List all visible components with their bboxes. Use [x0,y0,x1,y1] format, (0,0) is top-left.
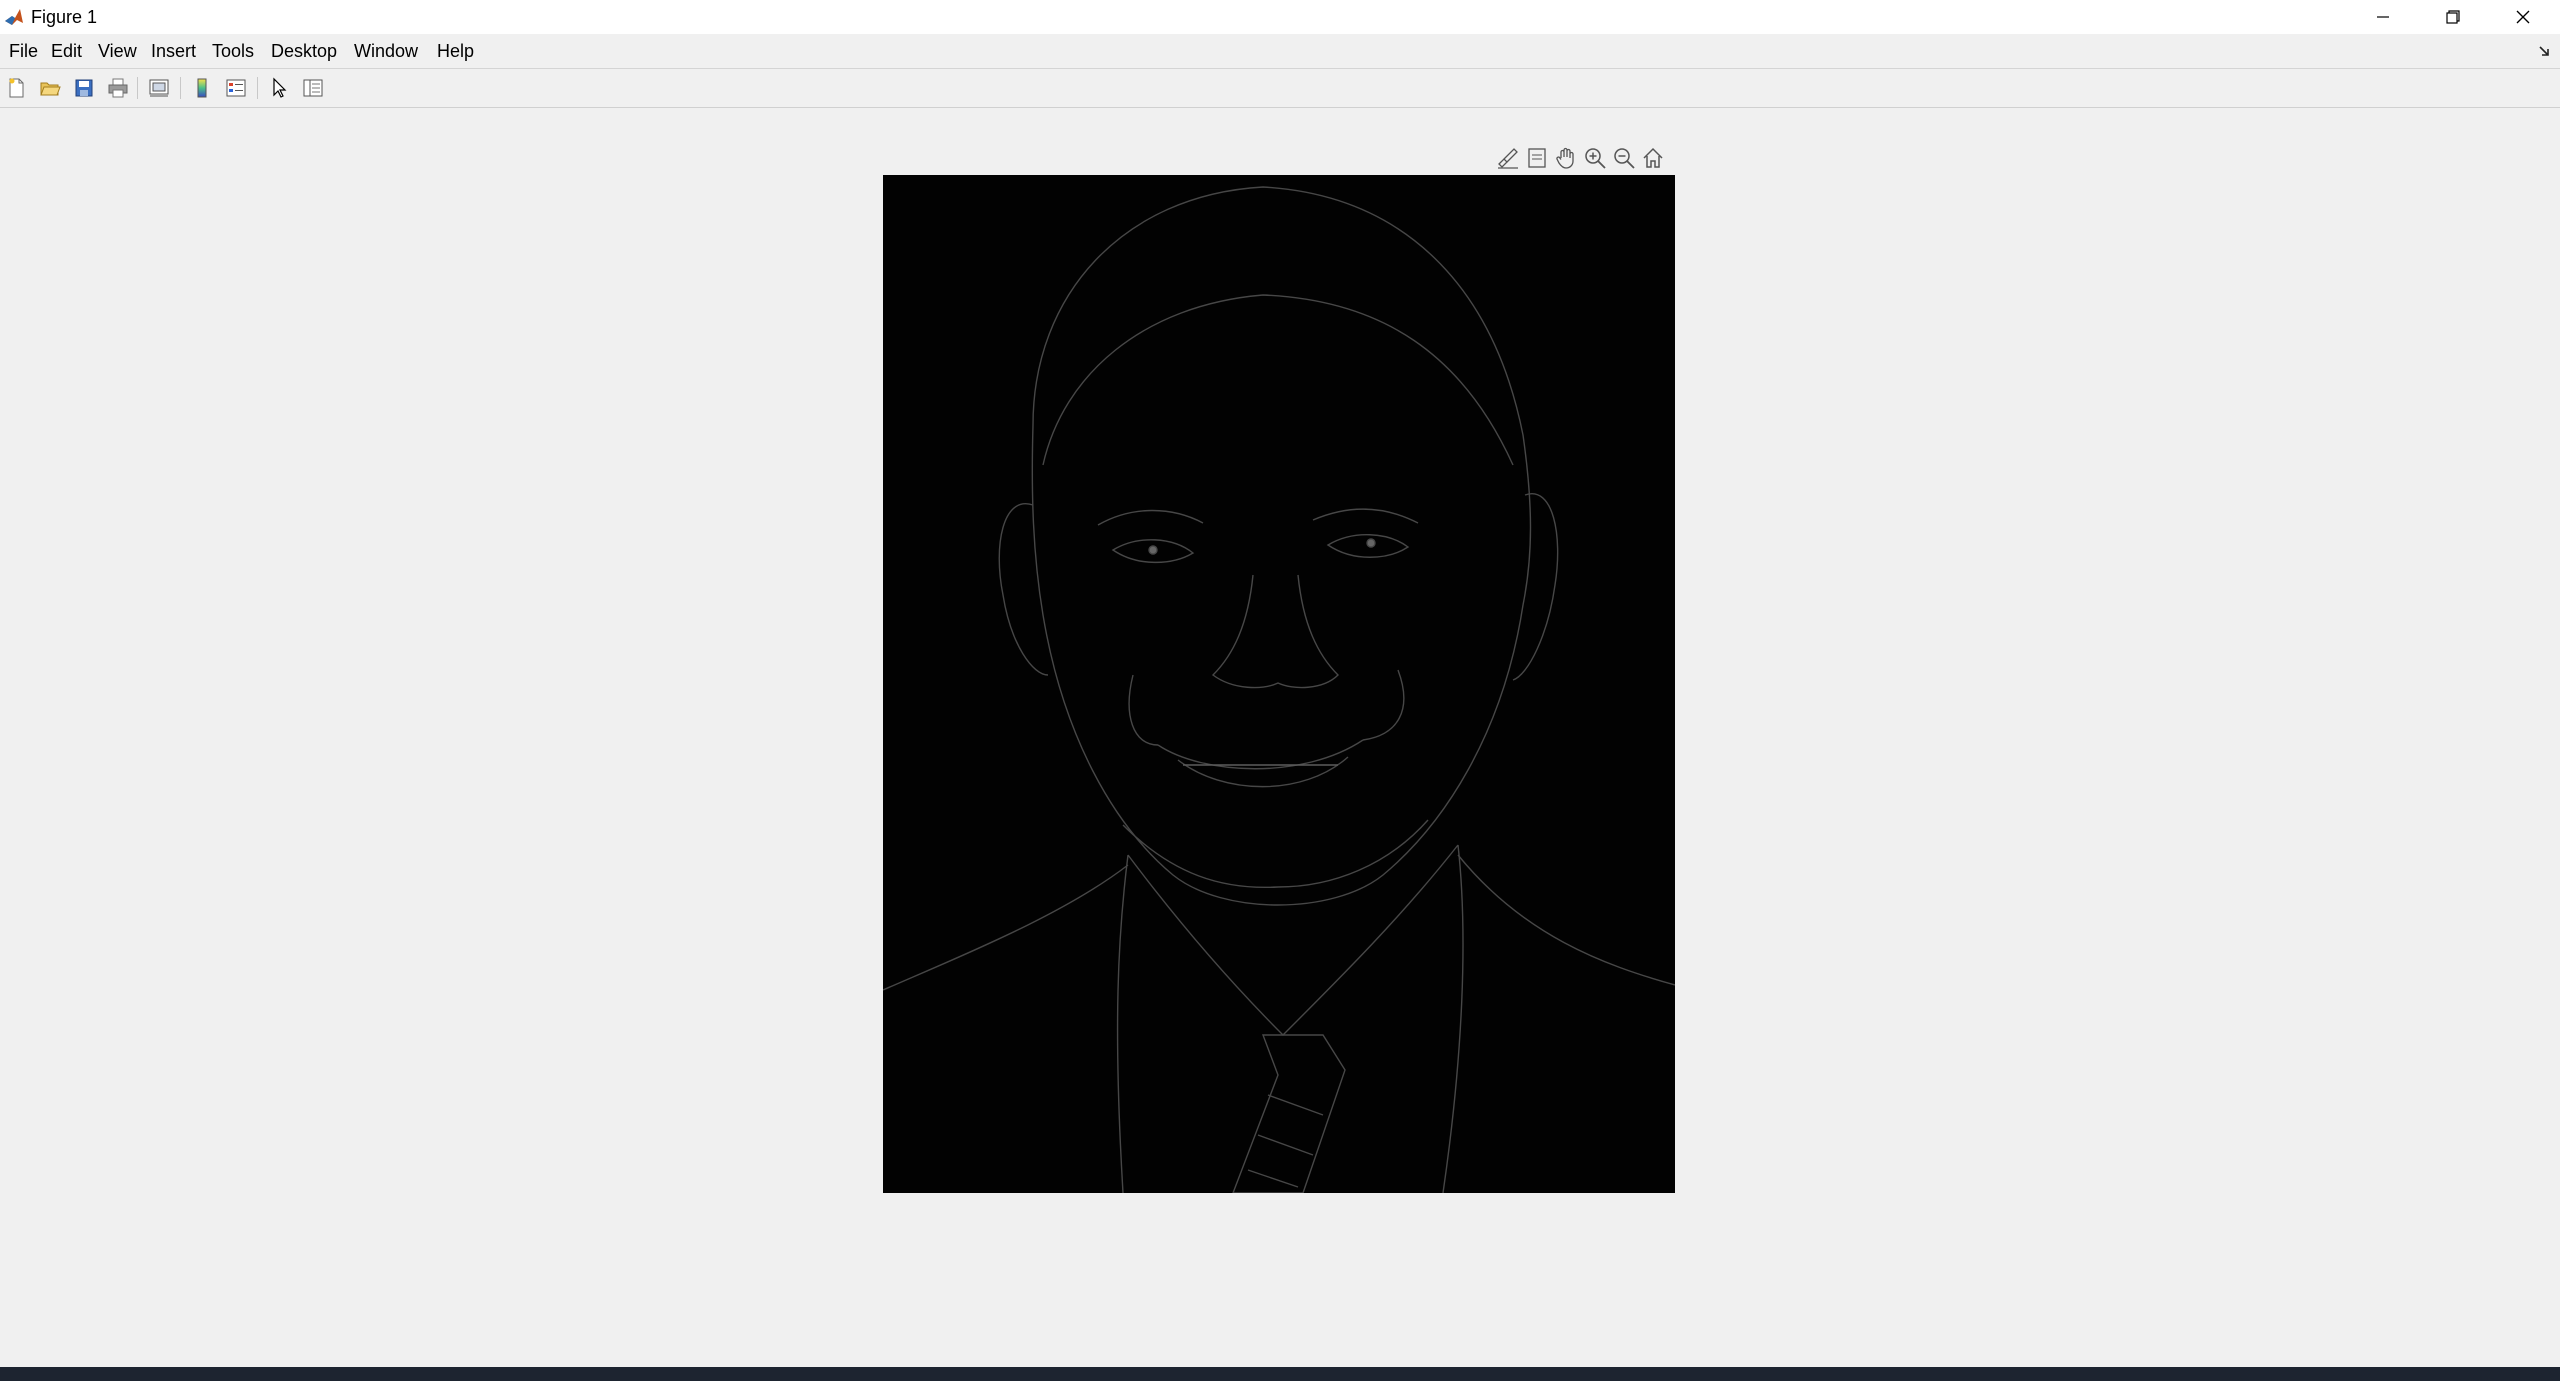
menu-help[interactable]: Help [435,40,476,62]
save-icon [75,79,93,97]
link-plot-icon [149,79,169,97]
save-button[interactable] [71,75,97,101]
window-title: Figure 1 [31,7,98,27]
menu-tools[interactable]: Tools [210,40,256,62]
menu-edit[interactable]: Edit [49,40,84,62]
legend-icon [226,79,246,97]
property-inspector-button[interactable] [300,75,326,101]
restore-icon [2446,10,2460,24]
edge-detected-portrait [883,175,1675,1193]
restore-button[interactable] [2418,0,2488,34]
window-title-bar: Figure 1 [0,0,2560,34]
pan-button[interactable] [1552,144,1580,172]
zoom-in-icon [1585,148,1606,169]
pan-hand-icon [1556,147,1574,169]
data-tips-icon [1528,148,1546,168]
menu-desktop[interactable]: Desktop [269,40,339,62]
menu-view[interactable]: View [96,40,139,62]
toolbar-separator [180,77,181,99]
menu-insert[interactable]: Insert [149,40,198,62]
close-icon [2516,10,2530,24]
open-file-icon [40,82,61,96]
figure-toolbar [0,69,2560,108]
minimize-button[interactable] [2348,0,2418,34]
menu-window[interactable]: Window [352,40,420,62]
matlab-logo-icon [5,9,23,25]
minimize-icon [2377,16,2389,18]
brush-button[interactable] [1494,144,1522,172]
figure-image-axes[interactable] [883,175,1675,1193]
axes-toolbar [1494,144,1674,172]
new-figure-button[interactable] [3,75,29,101]
print-icon [108,78,128,98]
taskbar [0,1367,2560,1381]
edit-plot-button[interactable] [266,75,292,101]
close-button[interactable] [2488,0,2558,34]
data-tips-button[interactable] [1523,144,1551,172]
edit-plot-arrow-icon [273,77,287,98]
colorbar-icon [197,78,207,98]
new-figure-icon [9,78,24,98]
menu-file[interactable]: File [7,40,40,62]
link-plot-button[interactable] [146,75,172,101]
dock-arrow-icon[interactable] [2538,44,2552,58]
home-restore-view-icon [1643,147,1663,168]
toolbar-separator [257,77,258,99]
open-file-button[interactable] [37,75,63,101]
zoom-out-icon [1614,148,1635,169]
zoom-in-button[interactable] [1581,144,1609,172]
restore-view-button[interactable] [1639,144,1667,172]
property-inspector-icon [303,79,323,97]
toolbar-separator [137,77,138,99]
legend-button[interactable] [223,75,249,101]
zoom-out-button[interactable] [1610,144,1638,172]
colorbar-button[interactable] [189,75,215,101]
brush-icon [1498,148,1518,169]
menu-bar: File Edit View Insert Tools Desktop Wind… [0,34,2560,69]
print-button[interactable] [105,75,131,101]
